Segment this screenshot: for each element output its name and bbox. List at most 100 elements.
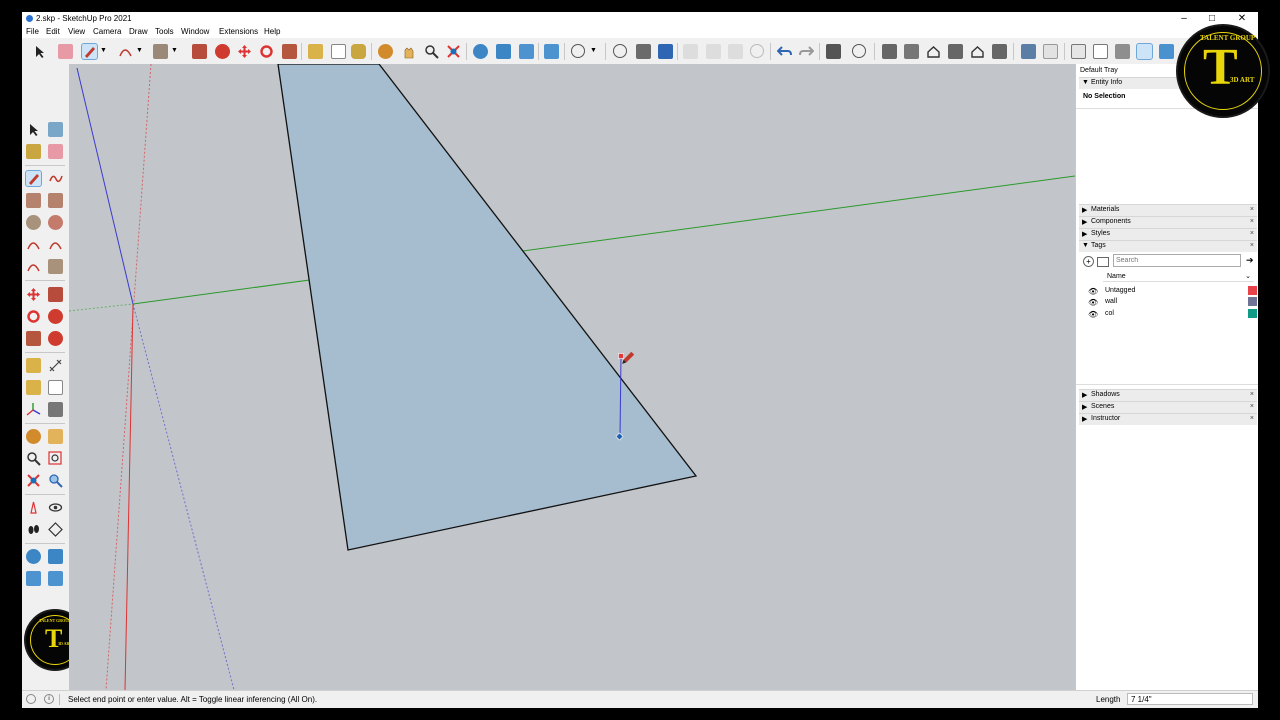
text-icon[interactable] — [48, 380, 63, 395]
close-icon[interactable]: × — [1250, 242, 1254, 249]
paint-bucket-icon[interactable] — [351, 44, 366, 59]
move-icon[interactable] — [237, 44, 252, 59]
dimension-icon[interactable] — [48, 358, 63, 373]
rectangle-icon[interactable] — [153, 44, 168, 59]
section-plane-icon[interactable] — [473, 44, 488, 59]
eraser-icon[interactable] — [58, 44, 73, 59]
circle-icon[interactable] — [26, 215, 41, 230]
cut-icon[interactable] — [683, 44, 698, 59]
back-view-icon[interactable] — [970, 44, 985, 59]
chevron-down-icon[interactable]: ▼ — [590, 47, 597, 54]
menu-file[interactable]: File — [26, 27, 39, 36]
position-camera-icon[interactable] — [26, 500, 41, 515]
tag-color-swatch[interactable] — [1248, 297, 1257, 306]
zoom-extents-icon[interactable] — [26, 473, 41, 488]
xray-icon[interactable] — [1021, 44, 1036, 59]
protractor-icon[interactable] — [26, 380, 41, 395]
wireframe-icon[interactable] — [1071, 44, 1086, 59]
section-cut-icon[interactable] — [544, 44, 559, 59]
select-icon[interactable] — [32, 44, 47, 59]
tag-row[interactable]: 👁 Untagged — [1079, 286, 1257, 297]
look-around-icon[interactable] — [48, 500, 63, 515]
redo-icon[interactable] — [799, 44, 815, 59]
section-plane-icon[interactable] — [48, 522, 63, 537]
scale-icon[interactable] — [282, 44, 297, 59]
user-icon[interactable] — [571, 44, 585, 58]
chevron-down-icon[interactable]: ▼ — [136, 47, 143, 54]
polygon-icon[interactable] — [48, 215, 63, 230]
3d-text-icon[interactable] — [48, 402, 63, 417]
chevron-down-icon[interactable]: ▼ — [171, 47, 178, 54]
menu-view[interactable]: View — [68, 27, 85, 36]
section-cut-icon[interactable] — [48, 571, 63, 586]
minimize-button[interactable]: – — [1170, 12, 1198, 26]
tape-measure-icon[interactable] — [26, 358, 41, 373]
info-icon[interactable]: i — [44, 694, 54, 704]
section-display-icon[interactable] — [496, 44, 511, 59]
text-icon[interactable] — [331, 44, 346, 59]
orbit-icon[interactable] — [26, 429, 41, 444]
tag-color-swatch[interactable] — [1248, 309, 1257, 318]
tags-search-input[interactable] — [1113, 254, 1241, 267]
make-component-icon[interactable] — [48, 122, 63, 137]
undo-icon[interactable] — [776, 44, 792, 59]
zoom-extents-icon[interactable] — [446, 44, 461, 59]
menu-draw[interactable]: Draw — [129, 27, 148, 36]
paint-bucket-icon[interactable] — [26, 144, 41, 159]
display-section-cuts-icon[interactable] — [48, 549, 63, 564]
follow-me-icon[interactable] — [215, 44, 230, 59]
model-info-icon[interactable] — [852, 44, 866, 58]
3-point-arc-icon[interactable] — [26, 259, 41, 274]
tags-column-header[interactable]: Name ⌄ — [1103, 271, 1254, 282]
zoom-window-icon[interactable] — [48, 451, 63, 466]
tape-measure-icon[interactable] — [308, 44, 323, 59]
tag-row[interactable]: 👁 wall — [1079, 297, 1257, 308]
menu-window[interactable]: Window — [181, 27, 209, 36]
close-icon[interactable]: × — [1250, 230, 1254, 237]
back-edges-icon[interactable] — [1043, 44, 1058, 59]
push-pull-icon[interactable] — [192, 44, 207, 59]
menu-camera[interactable]: Camera — [93, 27, 121, 36]
panel-materials[interactable]: ▶ Materials × — [1079, 204, 1257, 216]
move-icon[interactable] — [26, 287, 41, 302]
menu-tools[interactable]: Tools — [155, 27, 174, 36]
freehand-icon[interactable] — [48, 171, 63, 186]
close-icon[interactable]: × — [1250, 218, 1254, 225]
close-button[interactable]: ✕ — [1228, 12, 1256, 26]
measurement-input[interactable]: 7 1/4" — [1127, 693, 1253, 705]
pan-icon[interactable] — [401, 44, 416, 59]
panel-scenes[interactable]: ▶ Scenes × — [1079, 401, 1257, 413]
menu-help[interactable]: Help — [264, 27, 280, 36]
add-tag-icon[interactable]: + — [1083, 256, 1094, 267]
panel-shadows[interactable]: ▶ Shadows × — [1079, 389, 1257, 401]
visibility-eye-icon[interactable]: 👁 — [1088, 298, 1098, 307]
orbit-icon[interactable] — [378, 44, 393, 59]
tag-row[interactable]: 👁 col — [1079, 309, 1257, 320]
pencil-icon[interactable] — [25, 170, 42, 187]
arc-icon[interactable] — [26, 237, 41, 252]
panel-styles[interactable]: ▶ Styles × — [1079, 228, 1257, 240]
section-fill-icon[interactable] — [519, 44, 534, 59]
pie-icon[interactable] — [48, 259, 63, 274]
tag-color-swatch[interactable] — [1248, 286, 1257, 295]
visibility-eye-icon[interactable]: 👁 — [1088, 310, 1098, 319]
display-section-planes-icon[interactable] — [26, 549, 41, 564]
hidden-line-icon[interactable] — [1093, 44, 1108, 59]
rotated-rectangle-icon[interactable] — [48, 193, 63, 208]
pan-icon[interactable] — [48, 429, 63, 444]
push-pull-icon[interactable] — [48, 287, 63, 302]
iso-view-icon[interactable] — [882, 44, 897, 59]
details-arrow-icon[interactable]: ➔ — [1246, 255, 1254, 266]
print-icon[interactable] — [826, 44, 841, 59]
eraser-icon[interactable] — [48, 144, 63, 159]
zoom-icon[interactable] — [26, 451, 41, 466]
menu-edit[interactable]: Edit — [46, 27, 60, 36]
panel-instructor[interactable]: ▶ Instructor × — [1079, 413, 1257, 425]
save-icon[interactable] — [658, 44, 673, 59]
rotate-icon[interactable] — [26, 309, 41, 324]
rectangle-icon[interactable] — [26, 193, 41, 208]
close-icon[interactable]: × — [1250, 391, 1254, 398]
front-view-icon[interactable] — [926, 44, 941, 59]
axes-icon[interactable] — [26, 402, 41, 417]
panel-components[interactable]: ▶ Components × — [1079, 216, 1257, 228]
